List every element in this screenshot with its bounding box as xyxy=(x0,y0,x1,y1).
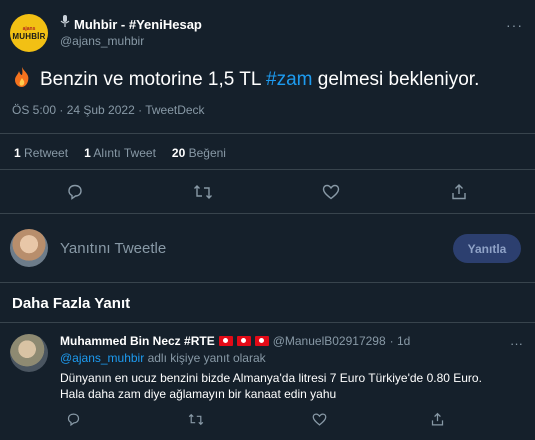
reply-text-line: Hala daha zam diye ağlamayın bir kanaat … xyxy=(60,387,337,401)
reply-time[interactable]: · 1d xyxy=(390,334,411,348)
divider xyxy=(0,169,535,170)
reply-author-avatar[interactable] xyxy=(10,334,48,372)
share-icon[interactable] xyxy=(448,180,470,204)
reply-header: Muhammed Bin Necz #RTE @ManuelB02917298 … xyxy=(60,334,410,348)
quote-count-link[interactable]: 1 Alıntı Tweet xyxy=(84,146,156,160)
more-options-icon[interactable]: ··· xyxy=(506,17,523,33)
reply-author-handle[interactable]: @ManuelB02917298 xyxy=(273,334,386,348)
like-icon[interactable] xyxy=(320,180,342,204)
turkey-flag-icon xyxy=(254,336,269,346)
reply-icon[interactable] xyxy=(64,180,86,204)
divider xyxy=(0,322,535,323)
author-name: Muhbir - #YeniHesap xyxy=(74,16,202,32)
turkey-flag-icon xyxy=(218,336,233,346)
retweet-count-link[interactable]: 1 Retweet xyxy=(14,146,68,160)
author-avatar[interactable]: ajans MUHBİR xyxy=(10,14,48,52)
current-user-avatar[interactable] xyxy=(10,229,48,267)
reply-more-icon[interactable]: ··· xyxy=(510,336,523,351)
turkey-flag-icon xyxy=(236,336,251,346)
hashtag-link[interactable]: #zam xyxy=(266,69,312,90)
reply-text: Dünyanın en ucuz benzini bizde Almanya'd… xyxy=(60,370,530,402)
share-icon[interactable] xyxy=(428,410,446,428)
tweet-actions xyxy=(0,180,535,204)
tweet-text: Benzin ve motorine 1,5 TL #zam gelmesi b… xyxy=(12,66,479,94)
fire-icon xyxy=(12,66,32,94)
reply-text-line: Dünyanın en ucuz benzini bizde Almanya'd… xyxy=(60,371,482,385)
tweet-timestamp[interactable]: ÖS 5:00 · 24 Şub 2022 · TweetDeck xyxy=(12,103,205,117)
reply-author-name[interactable]: Muhammed Bin Necz #RTE xyxy=(60,334,215,348)
like-count-link[interactable]: 20 Beğeni xyxy=(172,146,226,160)
divider xyxy=(0,133,535,134)
reply-icon[interactable] xyxy=(64,410,82,428)
divider xyxy=(0,213,535,214)
reply-button[interactable]: Yanıtla xyxy=(453,234,521,263)
retweet-icon[interactable] xyxy=(192,180,214,204)
author-handle[interactable]: @ajans_muhbir xyxy=(60,34,144,48)
author-name-row[interactable]: Muhbir - #YeniHesap xyxy=(60,15,202,33)
tweet-stats: 1 Retweet 1 Alıntı Tweet 20 Beğeni xyxy=(14,146,226,160)
replying-to: @ajans_muhbir adlı kişiye yanıt olarak xyxy=(60,351,266,365)
section-title: Daha Fazla Yanıt xyxy=(12,295,131,312)
reply-input[interactable]: Yanıtını Tweetle xyxy=(60,240,166,257)
tweet-text-before: Benzin ve motorine 1,5 TL xyxy=(40,69,267,90)
replying-mention-link[interactable]: @ajans_muhbir xyxy=(60,351,144,365)
retweet-icon[interactable] xyxy=(187,410,205,428)
reply-actions xyxy=(60,410,535,428)
divider xyxy=(0,282,535,283)
tweet-text-after: gelmesi bekleniyor. xyxy=(312,69,480,90)
avatar-text-bottom: MUHBİR xyxy=(12,31,46,41)
like-icon[interactable] xyxy=(310,410,328,428)
microphone-icon xyxy=(60,15,70,33)
